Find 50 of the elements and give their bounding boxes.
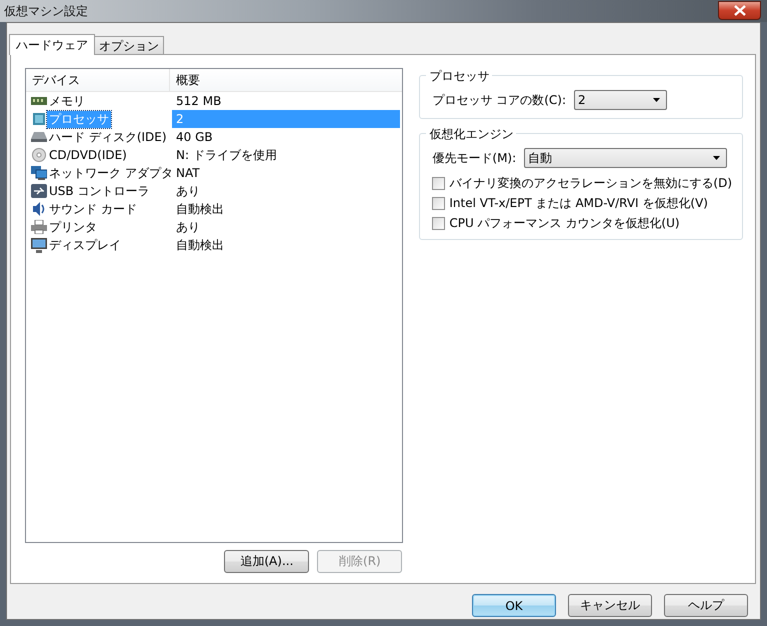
device-name[interactable]: ディスプレイ — [47, 236, 123, 254]
group-title: 仮想化エンジン — [426, 126, 516, 143]
window-title: 仮想マシン設定 — [4, 2, 88, 20]
tab[interactable]: ハードウェア — [9, 34, 95, 55]
device-summary: 40 GB — [175, 129, 214, 146]
group-title: プロセッサ — [426, 68, 492, 85]
checkbox[interactable] — [432, 196, 446, 210]
checkbox[interactable] — [432, 176, 446, 190]
disc-icon — [32, 148, 46, 162]
device-summary: 2 — [172, 110, 400, 128]
checkbox[interactable] — [432, 216, 446, 230]
column-header[interactable]: 概要 — [170, 69, 200, 91]
core-count-dropdown[interactable]: 2 — [574, 90, 667, 110]
device-name[interactable]: サウンド カード — [47, 200, 139, 218]
tab[interactable]: オプション — [94, 36, 164, 54]
device-summary: あり — [175, 219, 201, 236]
device-name[interactable]: CD/DVD(IDE) — [47, 146, 129, 164]
list-button[interactable]: 追加(A)... — [224, 550, 310, 573]
column-header[interactable]: デバイス — [26, 69, 170, 91]
close-button[interactable] — [718, 0, 761, 20]
speaker-icon — [32, 201, 46, 217]
device-summary: 自動検出 — [175, 201, 225, 218]
device-summary: 自動検出 — [175, 237, 225, 254]
device-summary: NAT — [175, 165, 201, 182]
checkbox-label: バイナリ変換のアクセラレーションを無効にする(D) — [449, 174, 732, 192]
chip-icon — [32, 112, 46, 126]
dialog-button[interactable]: ヘルプ — [664, 594, 748, 617]
checkbox-label: Intel VT-x/EPT または AMD-V/RVI を仮想化(V) — [449, 194, 708, 212]
device-summary: 512 MB — [175, 93, 222, 110]
printer-icon — [31, 220, 47, 234]
monitor-icon — [31, 238, 47, 252]
dialog-button[interactable]: OK — [472, 594, 556, 617]
device-name[interactable]: ハード ディスク(IDE) — [47, 128, 169, 146]
close-icon — [734, 4, 746, 16]
device-name[interactable]: メモリ — [47, 92, 87, 110]
field-label: プロセッサ コアの数(C): — [432, 92, 566, 108]
device-name[interactable]: USB コントローラ — [47, 182, 152, 200]
checkbox-label: CPU パフォーマンス カウンタを仮想化(U) — [449, 214, 680, 232]
drive-icon — [31, 131, 47, 143]
caret-icon — [713, 156, 720, 160]
device-summary: あり — [175, 183, 201, 200]
network-icon — [31, 166, 47, 180]
caret-icon — [653, 98, 660, 102]
device-name[interactable]: プリンタ — [47, 218, 99, 236]
memory-icon — [31, 96, 47, 106]
device-summary: N: ドライブを使用 — [175, 147, 278, 164]
field-label: 優先モード(M): — [432, 150, 516, 166]
mode-dropdown[interactable]: 自動 — [524, 148, 728, 168]
dialog-button[interactable]: キャンセル — [568, 594, 652, 617]
device-name[interactable]: ネットワーク アダプタ — [47, 164, 175, 182]
